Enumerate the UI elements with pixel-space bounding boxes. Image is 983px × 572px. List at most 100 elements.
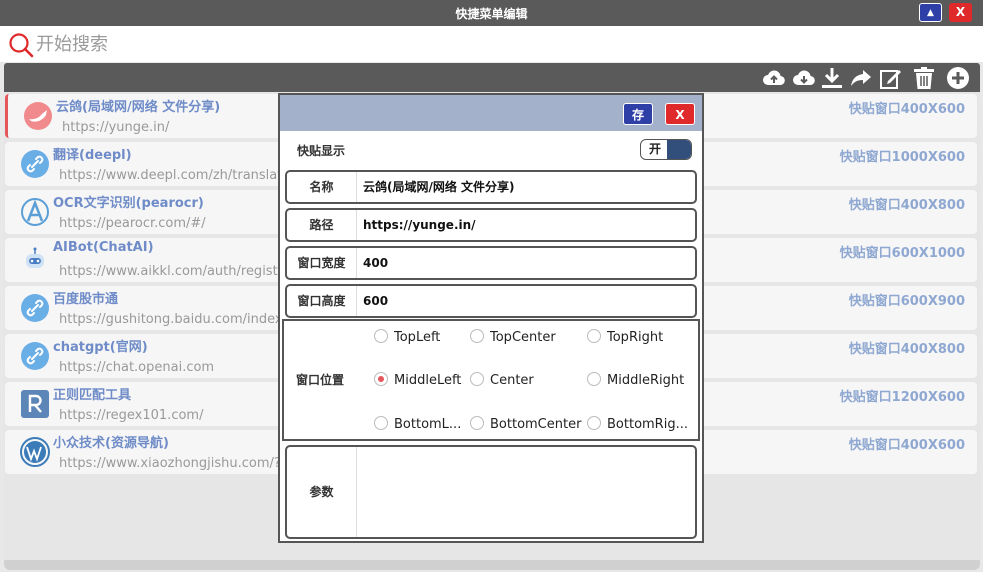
ocr-icon [21,198,49,226]
path-input[interactable]: https://yunge.in/ [357,210,693,240]
wordpress-icon [20,437,50,467]
cloud-upload-icon[interactable] [762,66,786,90]
item-title: OCR文字识别(pearocr) [53,196,204,211]
width-field[interactable]: 窗口宽度 400 [285,246,697,280]
radio-circle [587,329,601,343]
height-input[interactable]: 600 [357,286,693,316]
item-title: 翻译(deepl) [53,148,132,163]
height-label: 窗口高度 [287,286,357,316]
height-field[interactable]: 窗口高度 600 [285,284,697,318]
item-size: 快贴窗口1000X600 [839,150,965,165]
radio-circle [374,329,388,343]
item-size: 快贴窗口400X800 [848,198,965,213]
item-title: AIBot(ChatAI) [53,240,154,255]
edit-icon[interactable] [879,66,903,90]
item-size: 快贴窗口1200X600 [839,390,965,405]
search-bar [0,26,983,62]
item-title: chatgpt(官网) [53,340,148,355]
item-url: https://www.deepl.com/zh/translator [59,168,296,183]
radio-circle [587,372,601,386]
radio-middle-right[interactable]: MiddleRight [587,372,684,388]
share-icon[interactable] [849,66,873,90]
toggle-row: 快贴显示 开 [280,131,702,169]
item-url: https://www.aikkl.com/auth/register [59,264,292,279]
radio-label: Center [490,373,534,388]
toggle-state: 开 [648,142,661,156]
name-label: 名称 [287,172,357,202]
path-label: 路径 [287,210,357,240]
save-button[interactable]: 存 [623,103,653,125]
item-size: 快贴窗口600X1000 [839,246,965,261]
display-toggle[interactable]: 开 [640,139,692,160]
title-bar: 快捷菜单编辑 ▲ X [0,0,983,26]
name-field[interactable]: 名称 云鸽(局域网/网络 文件分享) [285,170,697,204]
pigeon-icon [24,102,52,130]
radio-bottom-right[interactable]: BottomRig... [587,416,688,432]
toolbar [4,63,980,92]
item-title: 云鸽(局域网/网络 文件分享) [56,100,221,115]
width-label: 窗口宽度 [287,248,357,278]
radio-label: MiddleRight [607,373,685,388]
robot-icon [26,247,44,268]
param-label: 参数 [287,447,357,537]
download-icon[interactable] [820,66,844,90]
radio-center[interactable]: Center [470,372,534,388]
radio-top-left[interactable]: TopLeft [374,329,440,345]
item-url: https://chat.openai.com [59,360,215,375]
collapse-button[interactable]: ▲ [919,3,942,22]
window-close-button[interactable]: X [949,3,972,22]
item-title: 正则匹配工具 [53,388,132,403]
link-icon [21,342,49,370]
item-title: 小众技术(资源导航) [53,436,169,451]
path-field[interactable]: 路径 https://yunge.in/ [285,208,697,242]
radio-label: MiddleLeft [394,373,462,388]
radio-bottom-left[interactable]: BottomL... [374,416,461,432]
link-icon [21,150,49,178]
status-bar [4,560,980,570]
item-title: 百度股市通 [53,292,119,307]
radio-circle [587,416,601,430]
regex-icon [21,390,49,418]
radio-circle [470,416,484,430]
search-icon [9,33,34,58]
toggle-label: 快贴显示 [297,144,346,158]
item-size: 快贴窗口600X900 [848,294,965,309]
position-label: 窗口位置 [295,373,344,387]
trash-icon[interactable] [912,66,936,90]
toggle-knob [667,140,691,159]
radio-label: BottomCenter [490,417,582,432]
radio-circle [374,416,388,430]
add-icon[interactable] [946,66,970,90]
item-url: https://yunge.in/ [62,120,170,135]
dialog-close-button[interactable]: X [665,103,695,125]
item-url: https://regex101.com/ [59,408,204,423]
param-field[interactable]: 参数 [285,445,697,539]
cloud-download-icon[interactable] [792,66,816,90]
radio-bottom-center[interactable]: BottomCenter [470,416,581,432]
item-size: 快贴窗口400X600 [848,102,965,117]
item-url: https://www.xiaozhongjishu.com/?f [59,456,286,471]
edit-dialog: 存 X 快贴显示 开 名称 云鸽(局域网/网络 文件分享) 路径 https:/… [278,93,704,543]
radio-circle-selected [374,372,388,386]
search-input[interactable] [36,30,936,58]
param-input[interactable] [357,447,693,537]
position-group: 窗口位置 TopLeft TopCenter TopRight MiddleLe… [282,319,700,441]
radio-label: TopLeft [394,330,441,345]
item-size: 快贴窗口400X800 [848,342,965,357]
dialog-header: 存 X [280,95,702,131]
radio-label: TopCenter [490,330,556,345]
radio-label: TopRight [607,330,664,345]
item-size: 快贴窗口400X600 [848,438,965,453]
name-input[interactable]: 云鸽(局域网/网络 文件分享) [357,172,693,202]
link-icon [21,294,49,322]
item-url: https://pearocr.com/#/ [59,216,206,231]
radio-middle-left[interactable]: MiddleLeft [374,372,461,388]
item-url: https://gushitong.baidu.com/index [59,312,283,327]
radio-label: BottomRig... [607,417,688,432]
radio-top-center[interactable]: TopCenter [470,329,556,345]
radio-circle [470,372,484,386]
radio-top-right[interactable]: TopRight [587,329,663,345]
radio-label: BottomL... [394,417,462,432]
radio-circle [470,329,484,343]
width-input[interactable]: 400 [357,248,693,278]
